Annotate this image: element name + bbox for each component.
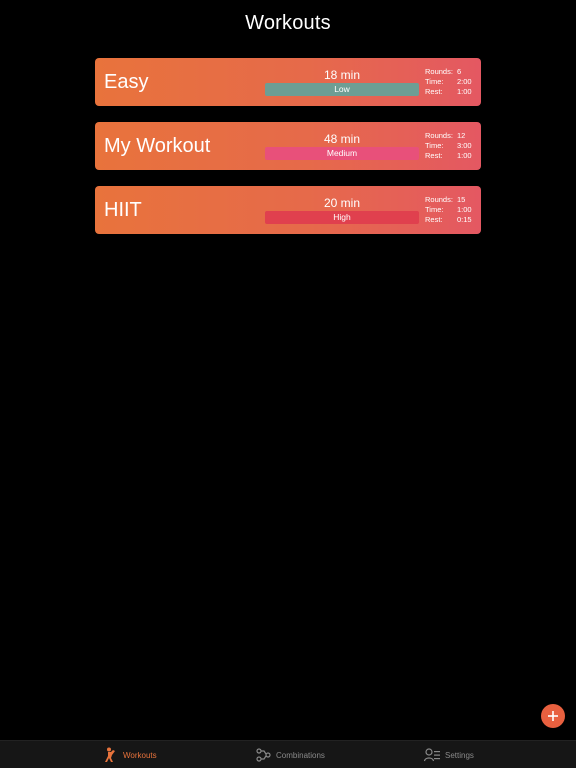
stat-rounds: Rounds: 15 bbox=[425, 195, 473, 205]
app-screen: Workouts Easy 18 min Low Rounds: 6 Time:… bbox=[0, 0, 576, 768]
stat-time: Time: 1:00 bbox=[425, 205, 473, 215]
workout-stats: Rounds: 12 Time: 3:00 Rest: 1:00 bbox=[425, 131, 473, 161]
workout-name: Easy bbox=[104, 71, 149, 93]
stat-label: Rounds: bbox=[425, 195, 453, 204]
stat-value: 2:00 bbox=[457, 77, 472, 86]
tab-settings[interactable]: Settings bbox=[424, 741, 474, 768]
intensity-badge: High bbox=[265, 211, 419, 224]
stat-value: 0:15 bbox=[457, 215, 472, 224]
tab-bar: Workouts Combinations Settings bbox=[0, 740, 576, 768]
stat-label: Rounds: bbox=[425, 67, 453, 76]
workout-stats: Rounds: 15 Time: 1:00 Rest: 0:15 bbox=[425, 195, 473, 225]
stat-label: Rest: bbox=[425, 87, 443, 96]
workout-card-hiit[interactable]: HIIT 20 min High Rounds: 15 Time: 1:00 R… bbox=[95, 186, 481, 234]
workout-summary: 18 min Low bbox=[265, 68, 419, 96]
stat-rounds: Rounds: 12 bbox=[425, 131, 473, 141]
settings-user-icon bbox=[424, 748, 440, 762]
tab-combinations[interactable]: Combinations bbox=[256, 741, 325, 768]
intensity-badge: Medium bbox=[265, 147, 419, 160]
workout-card-my-workout[interactable]: My Workout 48 min Medium Rounds: 12 Time… bbox=[95, 122, 481, 170]
workout-duration: 48 min bbox=[323, 132, 361, 146]
stat-label: Time: bbox=[425, 141, 444, 150]
tab-label: Settings bbox=[445, 750, 474, 760]
stat-label: Time: bbox=[425, 205, 444, 214]
stat-value: 1:00 bbox=[457, 205, 472, 214]
stat-rounds: Rounds: 6 bbox=[425, 67, 473, 77]
stat-value: 1:00 bbox=[457, 87, 472, 96]
stat-label: Rest: bbox=[425, 215, 443, 224]
intensity-badge: Low bbox=[265, 83, 419, 96]
boxer-icon bbox=[104, 747, 118, 763]
workout-summary: 20 min High bbox=[265, 196, 419, 224]
workout-summary: 48 min Medium bbox=[265, 132, 419, 160]
workout-name: HIIT bbox=[104, 199, 142, 221]
stat-value: 12 bbox=[457, 131, 466, 140]
tab-workouts[interactable]: Workouts bbox=[104, 741, 157, 768]
stat-value: 15 bbox=[457, 195, 466, 204]
stat-rest: Rest: 1:00 bbox=[425, 87, 473, 97]
combinations-icon bbox=[256, 748, 271, 762]
page-title: Workouts bbox=[245, 12, 331, 34]
stat-rest: Rest: 1:00 bbox=[425, 151, 473, 161]
add-workout-button[interactable] bbox=[541, 704, 565, 728]
stat-label: Rest: bbox=[425, 151, 443, 160]
workout-stats: Rounds: 6 Time: 2:00 Rest: 1:00 bbox=[425, 67, 473, 97]
stat-label: Time: bbox=[425, 77, 444, 86]
workout-duration: 20 min bbox=[323, 196, 361, 210]
stat-time: Time: 3:00 bbox=[425, 141, 473, 151]
workout-duration: 18 min bbox=[323, 68, 361, 82]
stat-time: Time: 2:00 bbox=[425, 77, 473, 87]
stat-value: 1:00 bbox=[457, 151, 472, 160]
workout-list: Easy 18 min Low Rounds: 6 Time: 2:00 Res… bbox=[95, 58, 481, 250]
tab-label: Combinations bbox=[276, 750, 325, 760]
stat-label: Rounds: bbox=[425, 131, 453, 140]
workout-name: My Workout bbox=[104, 135, 211, 157]
tab-label: Workouts bbox=[123, 750, 157, 760]
stat-value: 3:00 bbox=[457, 141, 472, 150]
plus-icon bbox=[548, 711, 558, 721]
workout-card-easy[interactable]: Easy 18 min Low Rounds: 6 Time: 2:00 Res… bbox=[95, 58, 481, 106]
stat-rest: Rest: 0:15 bbox=[425, 215, 473, 225]
stat-value: 6 bbox=[457, 67, 462, 76]
